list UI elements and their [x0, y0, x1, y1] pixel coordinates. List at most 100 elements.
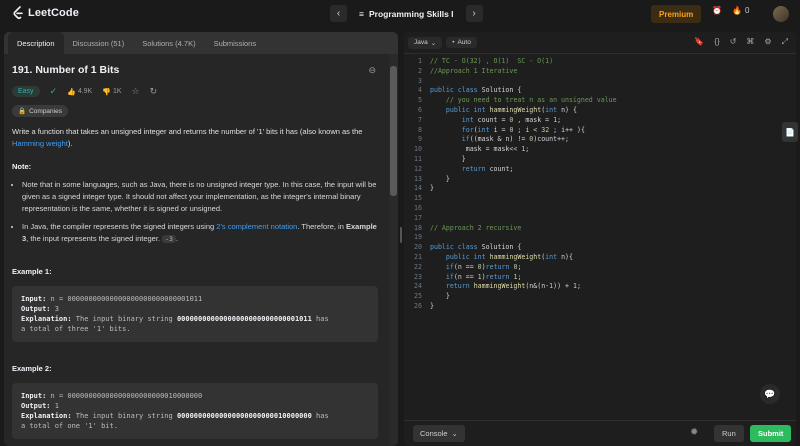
document-icon: 📄 [785, 127, 795, 137]
explanation-text-b: has [316, 315, 329, 323]
note2-text: In Java, the compiler represents the sig… [22, 222, 217, 231]
problem-title: 191. Number of 1 Bits [12, 64, 120, 76]
debug-icon[interactable]: ✹ [690, 427, 698, 438]
notes-side-tab[interactable]: 📄 [782, 122, 798, 142]
shortcut-icon[interactable]: ⌘ [746, 37, 754, 47]
streak-counter[interactable]: 🔥 0 [732, 6, 749, 15]
premium-button[interactable]: Premium [651, 5, 702, 23]
description-scrollbar[interactable] [389, 54, 398, 446]
line-number: 10 [414, 145, 422, 154]
complement-notation-link[interactable]: 2's complement notation [216, 222, 297, 231]
line-number: 22 [414, 262, 422, 271]
alarm-clock-icon[interactable]: ⏰ [712, 6, 722, 15]
scrollbar-thumb[interactable] [390, 66, 397, 196]
companies-button[interactable]: 🔒 Companies [12, 105, 68, 117]
line-number: 11 [414, 154, 422, 163]
prev-problem-button[interactable]: ‹ [330, 5, 347, 22]
difficulty-badge: Easy [12, 86, 40, 97]
line-number: 3 [418, 76, 422, 85]
input-label: Input: [21, 392, 47, 400]
top-right-icons: ⏰ 🔥 0 [712, 6, 749, 15]
problem-list-button[interactable]: ≡ Programming Skills I [353, 9, 460, 19]
chat-icon: 💬 [764, 388, 776, 399]
tab-submissions[interactable]: Submissions [205, 32, 266, 54]
line-number: 12 [414, 164, 422, 173]
bookmark-icon[interactable]: 🔖 [694, 37, 704, 47]
tab-discussion[interactable]: Discussion (51) [64, 32, 134, 54]
problem-list-title: Programming Skills I [368, 8, 454, 19]
line-number: 18 [414, 223, 422, 232]
line-number: 24 [414, 282, 422, 291]
tab-solutions[interactable]: Solutions (4.7K) [133, 32, 204, 54]
note2-text-c: , the input represents the signed intege… [26, 234, 163, 243]
explanation-bold: 00000000000000000000000000001011 [176, 315, 312, 323]
output-label: Output: [21, 402, 51, 410]
share-icon[interactable]: ↻ [150, 86, 158, 97]
app-name: LeetCode [28, 7, 79, 19]
explanation-bold: 00000000000000000000000010000000 [176, 412, 312, 420]
console-label: Console [420, 429, 448, 438]
star-icon[interactable]: ☆ [132, 86, 140, 97]
description-panel: Description Discussion (51) Solutions (4… [4, 32, 398, 446]
line-numbers: 1 2 3 4 5 6 7 8 9 10 11 12 13 14 15 16 17 18 19 20 21 22 23 24 2… [404, 57, 422, 312]
resize-grip [400, 227, 402, 243]
example-heading: Example 1: [12, 267, 52, 276]
note-item: Note that in some languages, such as Jav… [22, 179, 378, 215]
explanation-text-c: a total of one '1' bit. [21, 422, 118, 430]
avatar[interactable] [773, 6, 789, 22]
line-number: 14 [414, 184, 422, 193]
problem-content: 191. Number of 1 Bits ⊖ Easy ✓ 👍 4.9K 👎 … [4, 54, 386, 446]
like-count: 4.9K [77, 88, 93, 95]
problem-list-nav: ‹ ≡ Programming Skills I › [330, 5, 483, 22]
line-number: 23 [414, 272, 422, 281]
tab-description[interactable]: Description [8, 32, 64, 54]
language-select[interactable]: Java ⌄ [408, 36, 443, 49]
like-button[interactable]: 👍 4.9K [67, 88, 92, 96]
explanation-text-b: has [316, 412, 329, 420]
code-panel: Java ⌄ • Auto 🔖 {} ↺ ⌘ ⚙ ⤢ 1 2 3 4 5 6 7 8 9 10 11… [404, 32, 796, 446]
thumbs-up-icon: 👍 [67, 88, 76, 96]
note2-text-d: . [175, 234, 179, 243]
top-navbar: LeetCode ‹ ≡ Programming Skills I › Prem… [0, 0, 800, 28]
feedback-chat-button[interactable]: 💬 [760, 384, 780, 404]
next-problem-button[interactable]: › [465, 5, 483, 22]
settings-gear-icon[interactable]: ⚙ [764, 37, 771, 47]
editor-toolbar: Java ⌄ • Auto 🔖 {} ↺ ⌘ ⚙ ⤢ [404, 32, 796, 54]
description-text-end: ). [67, 139, 73, 148]
lock-icon: 🔒 [18, 108, 27, 115]
expand-icon[interactable]: ⤢ [782, 37, 788, 47]
submit-button[interactable]: Submit [750, 425, 792, 442]
description-tabs: Description Discussion (51) Solutions (4… [4, 32, 398, 54]
more-options-icon[interactable]: ⊖ [368, 65, 376, 76]
run-button[interactable]: Run [714, 425, 744, 442]
reset-icon[interactable]: ↺ [730, 37, 737, 47]
line-number: 1 [418, 57, 422, 65]
line-number: 21 [414, 252, 422, 261]
problem-meta: Easy ✓ 👍 4.9K 👎 1K ☆ ↻ [12, 86, 378, 97]
line-number: 2 [418, 66, 422, 75]
description-text: Write a function that takes an unsigned … [12, 127, 363, 136]
code-editor[interactable]: 1 2 3 4 5 6 7 8 9 10 11 12 13 14 15 16 17 18 19 20 21 22 23 24 2… [404, 54, 796, 418]
example-box: Input: n = 00000000000000000000000010000… [12, 383, 378, 439]
line-number: 26 [414, 301, 422, 310]
auto-mode-toggle[interactable]: • Auto [446, 37, 477, 48]
hamming-weight-link[interactable]: Hamming weight [12, 139, 68, 148]
line-number: 4 [418, 86, 422, 95]
explanation-label: Explanation: [21, 315, 72, 323]
braces-icon[interactable]: {} [714, 37, 719, 47]
fire-icon: 🔥 [731, 6, 742, 15]
logo[interactable]: LeetCode [12, 6, 79, 20]
output-label: Output: [21, 305, 51, 313]
note2-text-b: . Therefore, in [297, 222, 346, 231]
line-number: 7 [418, 115, 422, 124]
line-number: 15 [414, 194, 422, 203]
explanation-text: The input binary string [75, 412, 173, 420]
explanation-label: Explanation: [21, 412, 72, 420]
note-heading: Note: [12, 162, 32, 171]
dislike-count: 1K [112, 88, 122, 95]
language-label: Java [414, 39, 428, 46]
dislike-button[interactable]: 👎 1K [102, 88, 121, 96]
list-icon: ≡ [359, 8, 364, 19]
line-number: 13 [414, 174, 422, 183]
console-toggle[interactable]: Console ⌄ [413, 425, 465, 442]
